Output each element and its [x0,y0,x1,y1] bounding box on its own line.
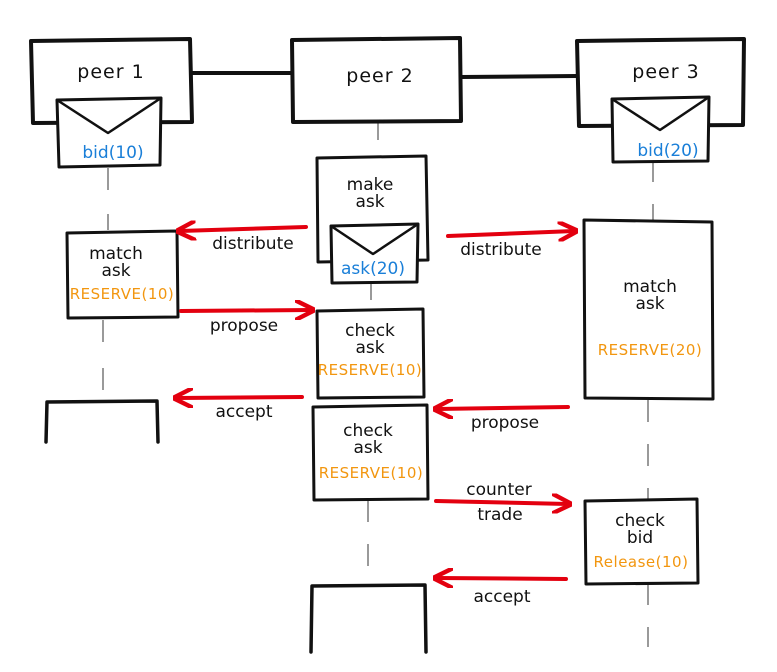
peer-2-label: peer 2 [346,65,413,87]
label-propose-p1: propose [210,316,278,336]
arrow-propose-p3 [437,407,570,409]
match-ask-p1-line2: ask [101,261,130,281]
label-accept-p3: accept [473,587,530,607]
peer-1-label: peer 1 [77,61,144,83]
label-propose-p3: propose [471,413,539,433]
match-ask-p1-note: RESERVE(10) [70,285,175,303]
arrow-propose-p1 [179,310,311,311]
label-accept-p1: accept [215,402,272,422]
label-distribute-right: distribute [460,240,541,260]
step-check-bid: check bid Release(10) [583,497,700,586]
label-distribute-left: distribute [212,234,293,254]
arrow-distribute-right [446,231,574,236]
arrow-accept-p3 [437,578,568,579]
peer-3-order: bid(20) [637,141,698,161]
step-check-ask-1: check ask RESERVE(10) [315,307,426,400]
link-peer2-peer3 [459,74,579,79]
arrow-accept-p1 [177,397,304,398]
check-bid-note: Release(10) [594,553,689,571]
check-ask-2-note: RESERVE(10) [319,464,424,482]
check-bid-line2: bid [627,528,653,548]
make-ask-order: ask(20) [341,259,405,279]
peer-3: peer 3 bid(20) [575,37,746,164]
arrow-counter-trade [434,501,568,504]
peer-1-next-box [44,399,160,444]
peer-1: peer 1 bid(10) [29,37,194,169]
step-match-ask-peer1: match ask RESERVE(10) [65,229,180,320]
peer-2: peer 2 [290,36,463,124]
make-ask-line2: ask [355,192,384,212]
step-make-ask: make ask ask(20) [315,154,430,285]
peer-2-next-box [309,583,428,654]
check-ask-2-line2: ask [353,438,382,458]
check-ask-1-note: RESERVE(10) [318,361,423,379]
label-counter-trade-1: counter [466,480,531,500]
sequence-diagram: peer 1 bid(10) peer 2 peer 3 bid(20) mak… [29,36,746,660]
arrow-distribute-left [180,227,308,231]
peer-1-order: bid(10) [82,143,143,163]
match-ask-p3-note: RESERVE(20) [598,341,703,359]
match-ask-p3-line2: ask [635,294,664,314]
peer-3-label: peer 3 [632,61,699,83]
check-ask-1-line2: ask [355,338,384,358]
step-check-ask-2: check ask RESERVE(10) [311,403,430,502]
label-counter-trade-2: trade [477,505,522,525]
step-match-ask-peer3: match ask RESERVE(20) [582,218,715,401]
